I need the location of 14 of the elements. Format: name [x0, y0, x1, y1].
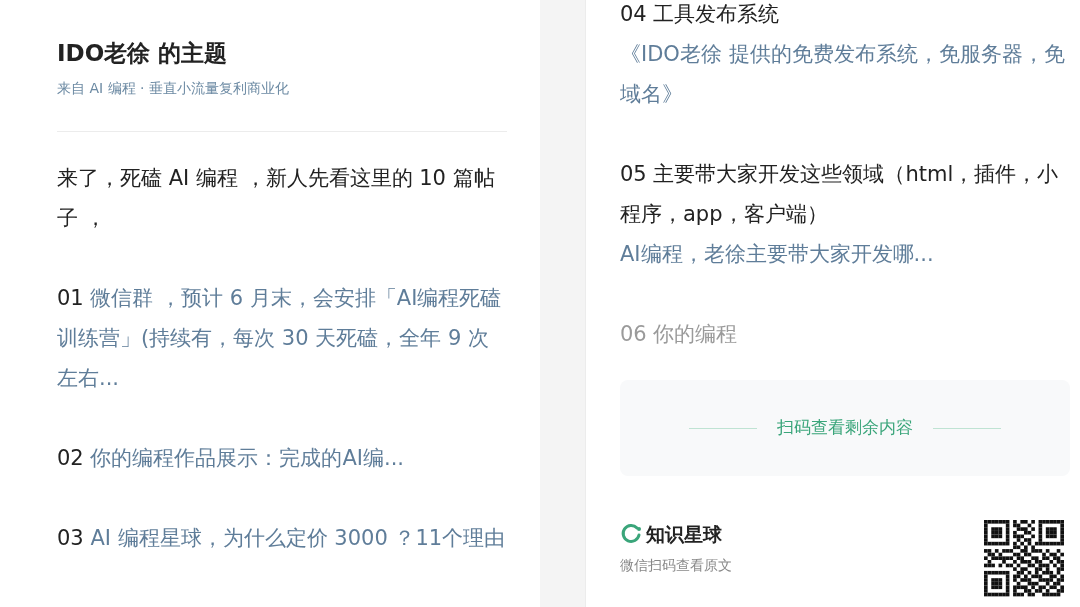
post-link[interactable]: 《IDO老徐 提供的免费发布系统，免服务器，免域名》	[620, 34, 1070, 114]
post-link[interactable]: AI编程，老徐主要带大家开发哪...	[620, 234, 1070, 274]
post-title: 04 工具发布系统	[620, 1, 781, 28]
post-title: 06 你的编程	[620, 321, 739, 348]
topic-source: 来自 AI 编程 · 垂直小流量复利商业化	[57, 79, 290, 98]
topic-title: IDO老徐 的主题	[57, 39, 229, 68]
post-title: 05 主要带大家开发这些领域（html，插件，小程序，app，客户端）	[620, 161, 1060, 228]
ring-logo-icon	[620, 523, 642, 546]
post-entry[interactable]: 01 微信群 ，预计 6 月末，会安排「AI编程死磕训练营」(持续有，每次 30 天死磕，全年 9 次左右...	[57, 278, 507, 398]
scan-hint: 微信扫码查看原文	[620, 555, 732, 575]
post-entry[interactable]: 02 你的编程作品展示：完成的AI编...	[57, 438, 507, 478]
brand-name: 知识星球	[646, 522, 722, 547]
post-entry[interactable]: 03 AI 编程星球，为什么定价 3000 ？11个理由	[57, 518, 507, 558]
intro-text: 来了，死磕 AI 编程 ，新人先看这里的 10 篇帖子 ，	[57, 165, 496, 232]
